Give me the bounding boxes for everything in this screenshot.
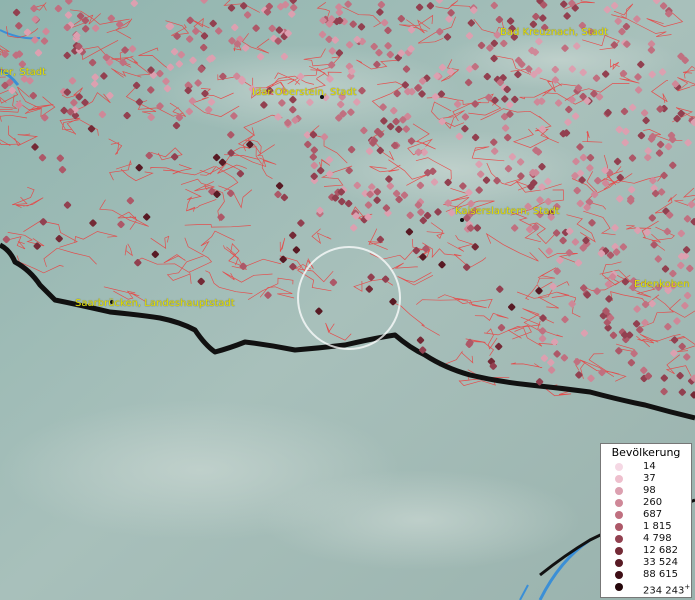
legend-row: 234 243+ <box>601 581 693 596</box>
legend-label: 14 <box>643 461 656 472</box>
legend-label: 88 615 <box>643 569 678 580</box>
legend-label: 12 682 <box>643 545 678 556</box>
legend-swatch <box>615 547 623 555</box>
legend-swatch <box>615 535 623 543</box>
legend-swatch <box>615 571 623 579</box>
legend-swatch <box>615 523 623 531</box>
legend-swatch <box>615 487 623 495</box>
legend-swatch <box>615 499 623 507</box>
legend-label: 4 798 <box>643 533 672 544</box>
legend-row: 260 <box>601 497 693 509</box>
legend-row: 14 <box>601 461 693 473</box>
legend-label: 33 524 <box>643 557 678 568</box>
population-legend: Bevölkerung 14 37 98 260 687 1 815 4 798 12 682… <box>600 443 692 598</box>
legend-label: 1 815 <box>643 521 672 532</box>
legend-label: 234 243+ <box>643 583 691 597</box>
legend-row: 687 <box>601 509 693 521</box>
legend-row: 12 682 <box>601 545 693 557</box>
legend-label: 260 <box>643 497 663 508</box>
legend-row: 88 615 <box>601 569 693 581</box>
legend-row: 33 524 <box>601 557 693 569</box>
legend-swatch <box>615 559 623 567</box>
legend-row: 37 <box>601 473 693 485</box>
legend-row: 1 815 <box>601 521 693 533</box>
legend-label: 37 <box>643 473 656 484</box>
legend-title: Bevölkerung <box>611 446 681 459</box>
legend-swatch <box>615 511 623 519</box>
legend-row: 4 798 <box>601 533 693 545</box>
legend-swatch <box>615 463 623 471</box>
legend-row: 98 <box>601 485 693 497</box>
legend-label: 98 <box>643 485 656 496</box>
legend-suffix: + <box>684 583 691 591</box>
legend-swatch <box>615 475 623 483</box>
legend-label: 687 <box>643 509 663 520</box>
legend-swatch <box>615 583 623 591</box>
